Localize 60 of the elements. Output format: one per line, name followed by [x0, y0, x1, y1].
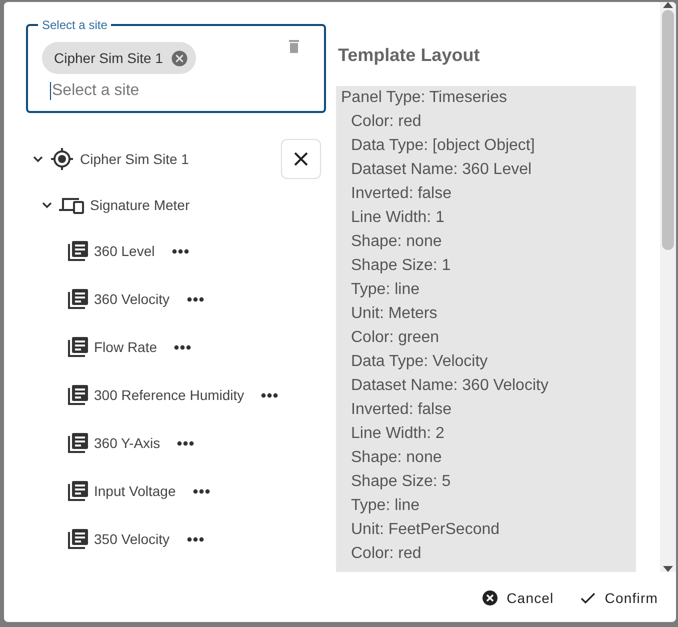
layout-property-line: Dataset Name: 360 Level	[350, 160, 533, 180]
scroll-down-icon	[663, 566, 673, 572]
tree-item-label[interactable]: Input Voltage	[94, 483, 176, 499]
confirm-button[interactable]: Confirm	[574, 584, 664, 612]
site-search-input[interactable]: Select a site	[50, 82, 252, 100]
more-options-icon[interactable]	[186, 536, 204, 542]
scrollbar[interactable]	[660, 2, 676, 572]
document-stack-icon	[67, 288, 89, 310]
document-stack-icon	[67, 432, 89, 454]
cancel-circle-icon	[482, 590, 498, 606]
layout-property-line: Color: red	[350, 112, 422, 132]
layout-property-line: Type: line	[350, 280, 420, 300]
layout-property-line: Line Width: 1	[350, 208, 446, 228]
layout-property-line: Color: green	[350, 328, 440, 348]
document-stack-icon	[67, 240, 89, 262]
layout-property-line: Line Width: 2	[350, 424, 446, 444]
devices-icon	[59, 196, 84, 214]
layout-property-line: Inverted: false	[350, 400, 452, 420]
layout-property-line: Dataset Name: 360 Velocity	[350, 376, 550, 396]
layout-property-line: Data Type: Velocity	[350, 352, 489, 372]
tree-item-label[interactable]: 300 Reference Humidity	[94, 387, 244, 403]
more-options-icon[interactable]	[186, 296, 204, 302]
more-options-icon[interactable]	[192, 488, 210, 494]
layout-property-line: Unit: FeetPerSecond	[350, 520, 501, 540]
document-stack-icon	[67, 528, 89, 550]
trash-icon[interactable]	[289, 40, 299, 53]
layout-property-line: Color: red	[350, 544, 422, 564]
layout-property-line: Inverted: false	[350, 184, 452, 204]
cancel-button[interactable]: Cancel	[476, 584, 560, 612]
more-options-icon[interactable]	[177, 440, 194, 446]
more-options-icon[interactable]	[261, 392, 278, 398]
layout-property-line: Type: line	[350, 496, 420, 516]
scroll-up-icon	[663, 2, 673, 8]
layout-property-line: Shape Size: 1	[350, 256, 452, 276]
tree-item-label[interactable]: 360 Velocity	[94, 291, 170, 307]
close-button[interactable]	[281, 139, 321, 179]
tree-item-label[interactable]: Flow Rate	[94, 339, 158, 355]
document-stack-icon	[67, 384, 89, 406]
layout-heading-line: Panel Type: Timeseries	[340, 88, 508, 108]
layout-property-line: Data Type: [object Object]	[350, 136, 536, 156]
scrollbar-thumb[interactable]	[662, 10, 674, 250]
layout-property-line: Shape Size: 5	[350, 472, 452, 492]
checkmark-icon	[580, 590, 596, 606]
layout-property-line: Shape: none	[350, 232, 443, 252]
tree-item-label[interactable]: Cipher Sim Site 1	[80, 151, 189, 167]
site-chip[interactable]: Cipher Sim Site 1	[42, 42, 196, 74]
layout-property-line: Unit: Meters	[350, 304, 438, 324]
document-stack-icon	[67, 336, 89, 358]
tree-item-label[interactable]: 360 Y-Axis	[94, 435, 160, 451]
remove-chip-icon	[170, 50, 188, 66]
more-options-icon[interactable]	[174, 344, 192, 350]
crosshair-icon	[50, 147, 74, 171]
tree-item-label[interactable]: Signature Meter	[90, 197, 190, 213]
document-stack-icon	[67, 480, 89, 502]
section-title: Template Layout	[338, 44, 481, 67]
layout-property-line: Shape: none	[350, 448, 443, 468]
more-options-icon[interactable]	[172, 248, 189, 254]
close-icon	[293, 151, 309, 167]
tree-item-label[interactable]: 360 Level	[94, 243, 155, 259]
tree-item-label[interactable]: 350 Velocity	[94, 531, 170, 547]
